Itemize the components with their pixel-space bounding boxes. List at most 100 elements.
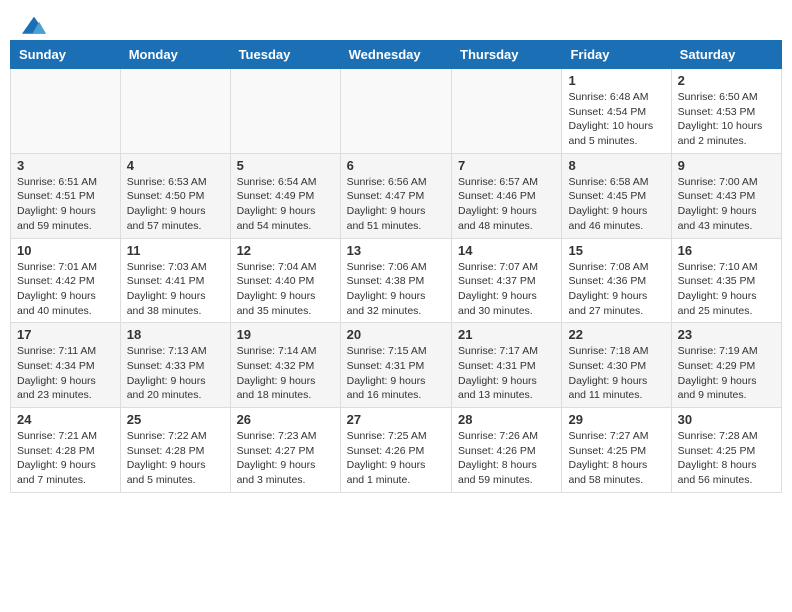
calendar-cell: 12 Sunrise: 7:04 AM Sunset: 4:40 PM Dayli…: [230, 238, 340, 323]
calendar-cell: 29 Sunrise: 7:27 AM Sunset: 4:25 PM Dayli…: [562, 408, 671, 493]
day-info: Sunrise: 6:56 AM Sunset: 4:47 PM Dayligh…: [347, 175, 445, 234]
day-number: 19: [237, 327, 334, 342]
day-info: Sunrise: 7:23 AM Sunset: 4:27 PM Dayligh…: [237, 429, 334, 488]
day-number: 28: [458, 412, 555, 427]
day-info: Sunrise: 6:54 AM Sunset: 4:49 PM Dayligh…: [237, 175, 334, 234]
day-number: 21: [458, 327, 555, 342]
calendar-cell: 25 Sunrise: 7:22 AM Sunset: 4:28 PM Dayli…: [120, 408, 230, 493]
calendar-cell: 10Sunrise: 7:01 AM Sunset: 4:42 PM Dayli…: [11, 238, 121, 323]
day-number: 1: [568, 73, 664, 88]
day-info: Sunrise: 7:08 AM Sunset: 4:36 PM Dayligh…: [568, 260, 664, 319]
day-number: 8: [568, 158, 664, 173]
calendar-cell: [230, 69, 340, 154]
calendar-cell: 14 Sunrise: 7:07 AM Sunset: 4:37 PM Dayli…: [452, 238, 562, 323]
day-info: Sunrise: 6:53 AM Sunset: 4:50 PM Dayligh…: [127, 175, 224, 234]
day-info: Sunrise: 7:06 AM Sunset: 4:38 PM Dayligh…: [347, 260, 445, 319]
day-info: Sunrise: 7:28 AM Sunset: 4:25 PM Dayligh…: [678, 429, 775, 488]
calendar-cell: 11 Sunrise: 7:03 AM Sunset: 4:41 PM Dayli…: [120, 238, 230, 323]
day-number: 17: [17, 327, 114, 342]
day-number: 27: [347, 412, 445, 427]
calendar-cell: 8 Sunrise: 6:58 AM Sunset: 4:45 PM Daylig…: [562, 153, 671, 238]
day-info: Sunrise: 7:22 AM Sunset: 4:28 PM Dayligh…: [127, 429, 224, 488]
day-number: 30: [678, 412, 775, 427]
calendar-week-row: 10Sunrise: 7:01 AM Sunset: 4:42 PM Dayli…: [11, 238, 782, 323]
calendar-cell: 30 Sunrise: 7:28 AM Sunset: 4:25 PM Dayli…: [671, 408, 781, 493]
day-info: Sunrise: 7:19 AM Sunset: 4:29 PM Dayligh…: [678, 344, 775, 403]
calendar-cell: 7Sunrise: 6:57 AM Sunset: 4:46 PM Daylig…: [452, 153, 562, 238]
calendar-cell: 19 Sunrise: 7:14 AM Sunset: 4:32 PM Dayli…: [230, 323, 340, 408]
day-info: Sunrise: 7:01 AM Sunset: 4:42 PM Dayligh…: [17, 260, 114, 319]
day-info: Sunrise: 7:17 AM Sunset: 4:31 PM Dayligh…: [458, 344, 555, 403]
day-number: 22: [568, 327, 664, 342]
calendar-cell: 4 Sunrise: 6:53 AM Sunset: 4:50 PM Daylig…: [120, 153, 230, 238]
day-info: Sunrise: 7:13 AM Sunset: 4:33 PM Dayligh…: [127, 344, 224, 403]
weekday-header-row: SundayMondayTuesdayWednesdayThursdayFrid…: [11, 41, 782, 69]
day-info: Sunrise: 7:07 AM Sunset: 4:37 PM Dayligh…: [458, 260, 555, 319]
day-number: 29: [568, 412, 664, 427]
logo-icon: [22, 16, 46, 36]
weekday-header-monday: Monday: [120, 41, 230, 69]
day-info: Sunrise: 7:25 AM Sunset: 4:26 PM Dayligh…: [347, 429, 445, 488]
calendar-cell: [120, 69, 230, 154]
logo: [20, 16, 46, 32]
day-info: Sunrise: 7:00 AM Sunset: 4:43 PM Dayligh…: [678, 175, 775, 234]
day-number: 13: [347, 243, 445, 258]
day-info: Sunrise: 7:03 AM Sunset: 4:41 PM Dayligh…: [127, 260, 224, 319]
calendar-cell: 2Sunrise: 6:50 AM Sunset: 4:53 PM Daylig…: [671, 69, 781, 154]
calendar-week-row: 24 Sunrise: 7:21 AM Sunset: 4:28 PM Dayli…: [11, 408, 782, 493]
page-header: [0, 0, 792, 40]
calendar-cell: 24 Sunrise: 7:21 AM Sunset: 4:28 PM Dayli…: [11, 408, 121, 493]
day-info: Sunrise: 7:18 AM Sunset: 4:30 PM Dayligh…: [568, 344, 664, 403]
day-info: Sunrise: 7:10 AM Sunset: 4:35 PM Dayligh…: [678, 260, 775, 319]
weekday-header-wednesday: Wednesday: [340, 41, 451, 69]
day-number: 7: [458, 158, 555, 173]
day-number: 25: [127, 412, 224, 427]
day-number: 14: [458, 243, 555, 258]
calendar-cell: 28 Sunrise: 7:26 AM Sunset: 4:26 PM Dayli…: [452, 408, 562, 493]
day-number: 16: [678, 243, 775, 258]
calendar-wrapper: SundayMondayTuesdayWednesdayThursdayFrid…: [0, 40, 792, 503]
calendar-cell: [340, 69, 451, 154]
day-number: 12: [237, 243, 334, 258]
calendar-cell: 21 Sunrise: 7:17 AM Sunset: 4:31 PM Dayli…: [452, 323, 562, 408]
day-info: Sunrise: 7:26 AM Sunset: 4:26 PM Dayligh…: [458, 429, 555, 488]
calendar-week-row: 3Sunrise: 6:51 AM Sunset: 4:51 PM Daylig…: [11, 153, 782, 238]
day-number: 24: [17, 412, 114, 427]
day-number: 11: [127, 243, 224, 258]
weekday-header-saturday: Saturday: [671, 41, 781, 69]
day-number: 9: [678, 158, 775, 173]
day-number: 4: [127, 158, 224, 173]
weekday-header-sunday: Sunday: [11, 41, 121, 69]
day-number: 6: [347, 158, 445, 173]
day-info: Sunrise: 6:51 AM Sunset: 4:51 PM Dayligh…: [17, 175, 114, 234]
calendar-week-row: 17Sunrise: 7:11 AM Sunset: 4:34 PM Dayli…: [11, 323, 782, 408]
day-info: Sunrise: 6:50 AM Sunset: 4:53 PM Dayligh…: [678, 90, 775, 149]
day-info: Sunrise: 6:58 AM Sunset: 4:45 PM Dayligh…: [568, 175, 664, 234]
calendar-cell: 20Sunrise: 7:15 AM Sunset: 4:31 PM Dayli…: [340, 323, 451, 408]
day-number: 5: [237, 158, 334, 173]
day-info: Sunrise: 7:27 AM Sunset: 4:25 PM Dayligh…: [568, 429, 664, 488]
weekday-header-friday: Friday: [562, 41, 671, 69]
calendar-cell: 26Sunrise: 7:23 AM Sunset: 4:27 PM Dayli…: [230, 408, 340, 493]
calendar-cell: 1 Sunrise: 6:48 AM Sunset: 4:54 PM Daylig…: [562, 69, 671, 154]
calendar-cell: 5 Sunrise: 6:54 AM Sunset: 4:49 PM Daylig…: [230, 153, 340, 238]
day-number: 18: [127, 327, 224, 342]
calendar-cell: [11, 69, 121, 154]
weekday-header-tuesday: Tuesday: [230, 41, 340, 69]
calendar-cell: 9 Sunrise: 7:00 AM Sunset: 4:43 PM Daylig…: [671, 153, 781, 238]
calendar-cell: 23 Sunrise: 7:19 AM Sunset: 4:29 PM Dayli…: [671, 323, 781, 408]
calendar-cell: [452, 69, 562, 154]
day-info: Sunrise: 7:14 AM Sunset: 4:32 PM Dayligh…: [237, 344, 334, 403]
day-info: Sunrise: 6:48 AM Sunset: 4:54 PM Dayligh…: [568, 90, 664, 149]
calendar-cell: 16 Sunrise: 7:10 AM Sunset: 4:35 PM Dayli…: [671, 238, 781, 323]
calendar-week-row: 1 Sunrise: 6:48 AM Sunset: 4:54 PM Daylig…: [11, 69, 782, 154]
calendar-cell: 18 Sunrise: 7:13 AM Sunset: 4:33 PM Dayli…: [120, 323, 230, 408]
calendar-cell: 6 Sunrise: 6:56 AM Sunset: 4:47 PM Daylig…: [340, 153, 451, 238]
day-info: Sunrise: 7:04 AM Sunset: 4:40 PM Dayligh…: [237, 260, 334, 319]
day-info: Sunrise: 7:21 AM Sunset: 4:28 PM Dayligh…: [17, 429, 114, 488]
calendar-cell: 13 Sunrise: 7:06 AM Sunset: 4:38 PM Dayli…: [340, 238, 451, 323]
day-number: 23: [678, 327, 775, 342]
calendar-cell: 27 Sunrise: 7:25 AM Sunset: 4:26 PM Dayli…: [340, 408, 451, 493]
calendar-table: SundayMondayTuesdayWednesdayThursdayFrid…: [10, 40, 782, 493]
calendar-cell: 17Sunrise: 7:11 AM Sunset: 4:34 PM Dayli…: [11, 323, 121, 408]
